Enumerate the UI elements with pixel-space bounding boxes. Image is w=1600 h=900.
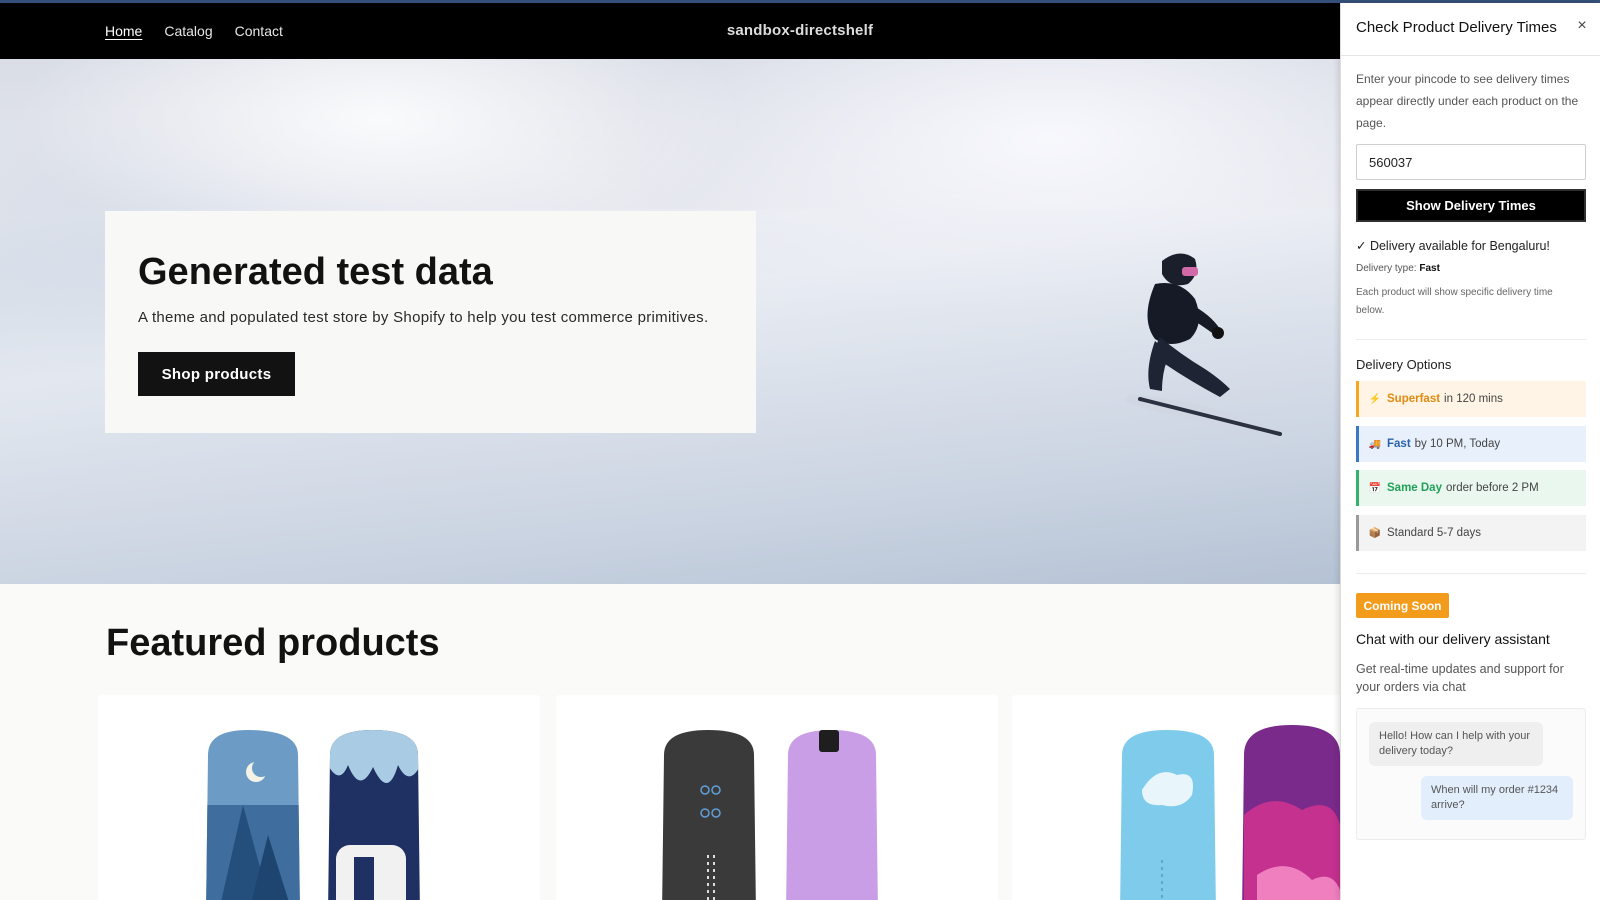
product-image — [662, 730, 878, 900]
coming-soon-badge: Coming Soon — [1356, 593, 1449, 618]
main-nav: Home Catalog Contact — [105, 3, 283, 59]
hero-subtitle: A theme and populated test store by Shop… — [138, 309, 709, 326]
store-header: sandbox-directshelf Home Catalog Contact — [0, 3, 1340, 59]
product-card[interactable] — [556, 695, 998, 900]
truck-icon: 🚚 — [1368, 438, 1382, 450]
option-standard[interactable]: 📦 Standard 5-7 days — [1356, 515, 1586, 551]
option-superfast[interactable]: ⚡ Superfast in 120 mins — [1356, 381, 1586, 417]
nav-contact[interactable]: Contact — [235, 23, 283, 39]
user-message: When will my order #1234 arrive? — [1421, 776, 1573, 820]
product-image — [206, 730, 420, 900]
chat-subtitle: Get real-time updates and support for yo… — [1356, 662, 1564, 694]
delivery-panel: Check Product Delivery Times × Enter you… — [1340, 3, 1600, 900]
option-name: Fast — [1387, 438, 1411, 450]
assistant-message: Hello! How can I help with your delivery… — [1369, 722, 1543, 766]
product-image — [1120, 725, 1340, 900]
option-name: Superfast — [1387, 393, 1441, 405]
each-product-note: Each product will show specific delivery… — [1356, 287, 1553, 316]
option-detail: by 10 PM, Today — [1414, 438, 1501, 450]
option-detail: order before 2 PM — [1445, 482, 1539, 494]
shop-products-button[interactable]: Shop products — [138, 352, 295, 396]
panel-title: Check Product Delivery Times — [1356, 19, 1557, 36]
divider — [1356, 573, 1586, 574]
delivery-type-label: Delivery type: — [1356, 263, 1417, 274]
show-delivery-times-button[interactable]: Show Delivery Times — [1356, 189, 1586, 222]
delivery-options-heading: Delivery Options — [1356, 357, 1452, 372]
snowboarder-image — [1125, 253, 1283, 444]
chat-preview: Hello! How can I help with your delivery… — [1356, 708, 1586, 840]
divider — [1341, 55, 1600, 56]
pincode-input[interactable] — [1356, 144, 1586, 180]
option-detail: in 120 mins — [1444, 393, 1503, 405]
product-card[interactable] — [98, 695, 540, 900]
hero-card: Generated test data A theme and populate… — [105, 211, 756, 433]
calendar-icon: 📅 — [1368, 482, 1382, 494]
hero-title: Generated test data — [138, 251, 493, 293]
featured-products-title: Featured products — [106, 622, 440, 664]
option-detail: Standard 5-7 days — [1387, 527, 1481, 539]
package-icon: 📦 — [1368, 527, 1382, 539]
option-fast[interactable]: 🚚 Fast by 10 PM, Today — [1356, 426, 1586, 462]
option-same-day[interactable]: 📅 Same Day order before 2 PM — [1356, 470, 1586, 506]
delivery-type: Delivery type: Fast — [1356, 263, 1440, 274]
chat-heading: Chat with our delivery assistant — [1356, 631, 1550, 647]
availability-message: ✓ Delivery available for Bengaluru! — [1356, 239, 1550, 253]
close-icon[interactable]: × — [1574, 17, 1590, 35]
lightning-icon: ⚡ — [1368, 393, 1382, 405]
nav-home[interactable]: Home — [105, 23, 142, 39]
panel-intro: Enter your pincode to see delivery times… — [1356, 72, 1579, 130]
delivery-type-value: Fast — [1419, 263, 1440, 274]
option-name: Same Day — [1387, 482, 1442, 494]
hero-banner: Generated test data A theme and populate… — [0, 59, 1340, 584]
divider — [1356, 339, 1586, 340]
nav-catalog[interactable]: Catalog — [164, 23, 212, 39]
